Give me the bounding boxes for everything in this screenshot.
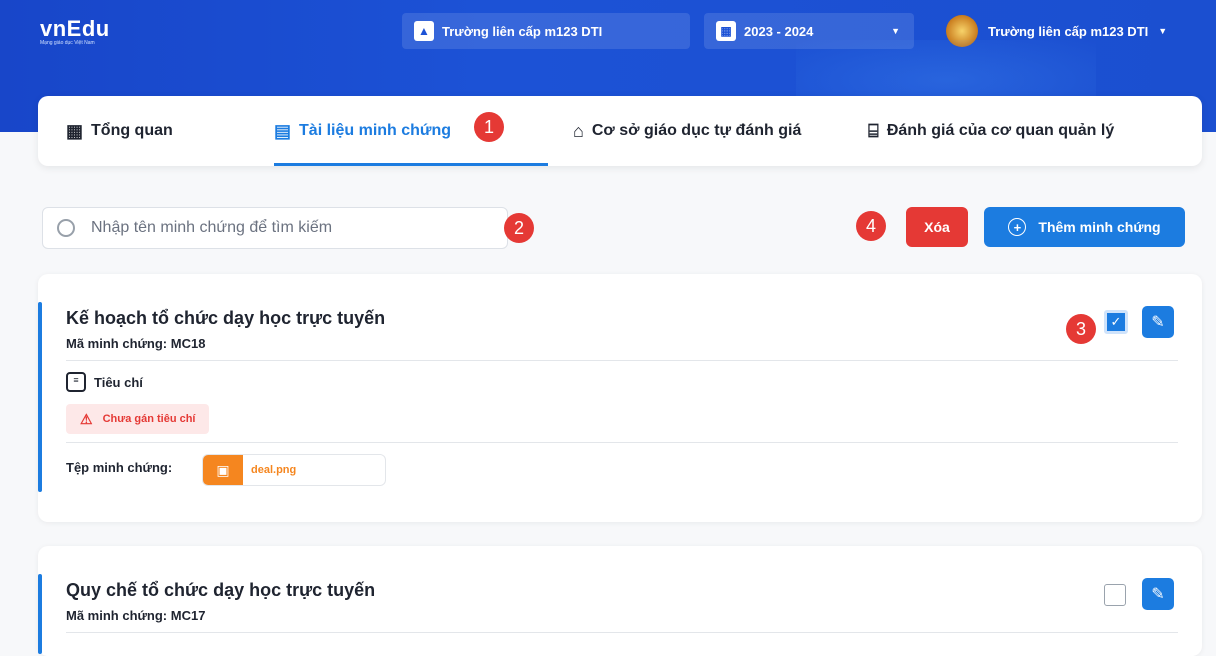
delete-button[interactable]: Xóa [906, 207, 968, 247]
checklist-icon: ≡ [66, 372, 86, 392]
chevron-down-icon: ▼ [891, 26, 900, 36]
annotation-badge-1: 1 [474, 112, 504, 142]
search-box[interactable] [42, 207, 508, 249]
file-chip[interactable]: ▣ deal.png [202, 454, 386, 486]
evidence-title: Quy chế tổ chức dạy học trực tuyến [66, 580, 376, 600]
school-icon: ⌂ [573, 120, 584, 141]
school-icon: ▲ [414, 21, 434, 41]
search-icon [57, 219, 75, 237]
select-checkbox[interactable] [1104, 584, 1126, 606]
divider [66, 442, 1178, 443]
evidence-card: Quy chế tổ chức dạy học trực tuyến Mã mi… [38, 546, 1202, 656]
school-selector[interactable]: ▲ Trường liên cấp m123 DTI [402, 13, 690, 49]
edit-button[interactable]: ✎ [1142, 578, 1174, 610]
select-checkbox[interactable]: ✓ [1104, 310, 1128, 334]
tab-authority-assessment[interactable]: ⌸ Đánh giá của cơ quan quản lý [868, 96, 1114, 166]
tab-label: Đánh giá của cơ quan quản lý [886, 122, 1115, 139]
edit-button[interactable]: ✎ [1142, 306, 1174, 338]
plus-icon: + [1008, 218, 1027, 236]
year-selector-label: 2023 - 2024 [744, 23, 814, 39]
evidence-title: Kế hoạch tổ chức dạy học trực tuyến [66, 308, 386, 328]
year-selector[interactable]: ▦ 2023 - 2024 ▼ [704, 13, 914, 49]
user-name: Trường liên cấp m123 DTI [988, 23, 1149, 39]
divider [66, 632, 1178, 633]
avatar [946, 15, 978, 47]
calendar-icon: ▦ [716, 21, 736, 41]
evidence-card: Kế hoạch tổ chức dạy học trực tuyến Mã m… [38, 274, 1202, 522]
criteria-label: Tiêu chí [94, 374, 143, 390]
document-icon: ▤ [274, 120, 292, 141]
file-label: Tệp minh chứng: [66, 460, 173, 475]
search-input[interactable] [89, 218, 473, 238]
criteria-heading: ≡ Tiêu chí [66, 372, 143, 392]
card-accent-bar [38, 574, 42, 654]
file-name: deal.png [251, 464, 297, 476]
logo-text: vnEdu [40, 16, 110, 41]
user-menu[interactable]: Trường liên cấp m123 DTI ▼ [946, 15, 1167, 47]
annotation-badge-4: 4 [856, 211, 886, 241]
annotation-badge-3: 3 [1066, 314, 1096, 344]
add-evidence-button[interactable]: + Thêm minh chứng [984, 207, 1185, 247]
warning-icon: ⚠ [80, 410, 93, 427]
criteria-warning-text: Chưa gán tiêu chí [102, 413, 196, 425]
vnedu-logo[interactable]: vnEdu Mạng giáo dục Việt Nam [40, 16, 110, 46]
card-accent-bar [38, 302, 42, 492]
tab-label: Cơ sở giáo dục tự đánh giá [591, 122, 802, 139]
chevron-down-icon: ▼ [1158, 26, 1168, 36]
annotation-badge-2: 2 [504, 213, 534, 243]
grid-icon: ▦ [66, 120, 84, 141]
evidence-code: Mã minh chứng: MC18 [66, 336, 206, 351]
evidence-code: Mã minh chứng: MC17 [66, 608, 206, 623]
tab-overview[interactable]: ▦ Tổng quan [66, 96, 173, 166]
tab-evidence-documents[interactable]: ▤ Tài liệu minh chứng [274, 96, 548, 166]
tab-self-assessment[interactable]: ⌂ Cơ sở giáo dục tự đánh giá [573, 96, 801, 166]
divider [66, 360, 1178, 361]
tab-label: Tổng quan [91, 122, 173, 139]
criteria-warning: ⚠ Chưa gán tiêu chí [66, 404, 210, 434]
tab-bar: ▦ Tổng quan ▤ Tài liệu minh chứng ⌂ Cơ s… [38, 96, 1202, 166]
add-evidence-label: Thêm minh chứng [1038, 219, 1161, 235]
bank-icon: ⌸ [868, 120, 879, 141]
school-selector-label: Trường liên cấp m123 DTI [442, 23, 603, 39]
image-file-icon: ▣ [203, 455, 243, 485]
tab-label: Tài liệu minh chứng [299, 122, 452, 139]
